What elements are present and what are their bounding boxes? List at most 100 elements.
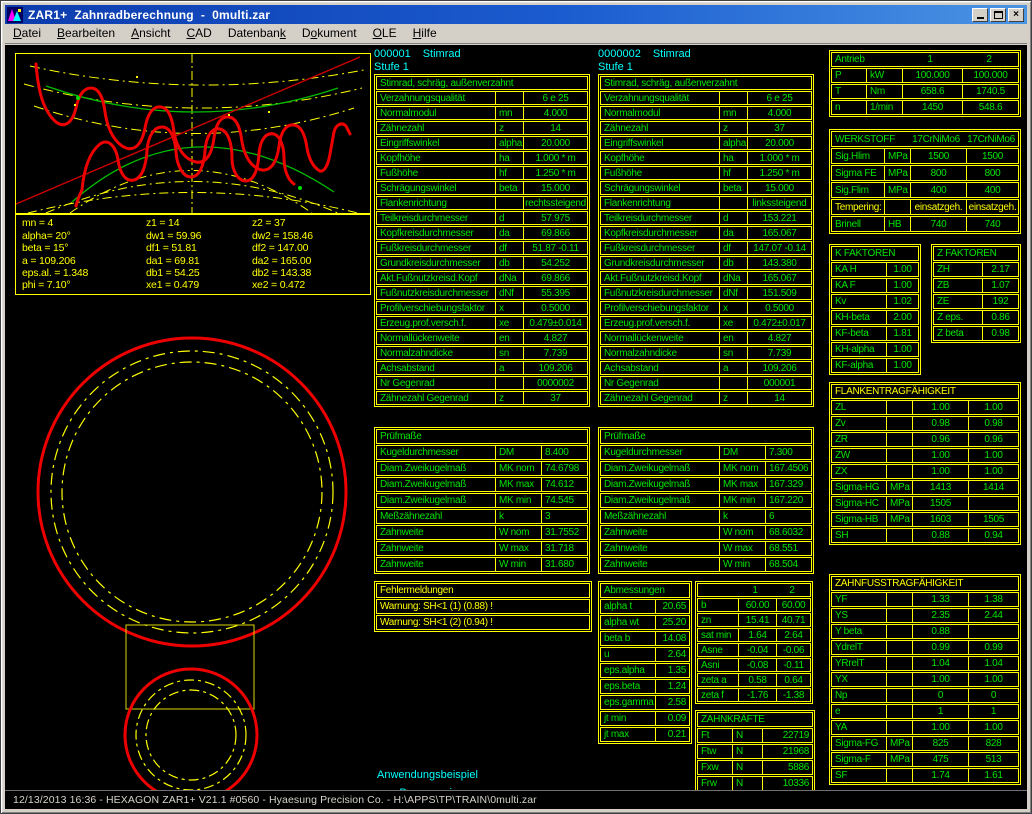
table-cell: -0.11	[776, 659, 810, 671]
menu-datei[interactable]: Datei	[5, 24, 49, 43]
table-row: Normalzahndickesn7.739	[600, 346, 812, 360]
table-cell: 1603	[912, 513, 968, 526]
close-button[interactable]: ×	[1008, 8, 1024, 22]
table-cell: z	[495, 392, 523, 404]
table-cell: SH	[832, 529, 886, 542]
table-cell: beta b	[601, 632, 655, 645]
table-row: PkW100.000100.000	[831, 68, 1019, 83]
table-title: Stimrad, schräg, außenverzahnt	[377, 77, 587, 89]
table-row: KugeldurchmesserDM7.300	[600, 445, 812, 460]
table-cell: 2.35	[912, 609, 968, 622]
table-header-row: 12	[697, 583, 811, 597]
drawing-parameters: mn = 4z1 = 14z2 = 37alpha= 20°dw1 = 59.9…	[15, 214, 371, 295]
menu-ansicht[interactable]: Ansicht	[123, 24, 178, 43]
table-antrieb: Antrieb12PkW100.000100.000TNm658.61740.5…	[829, 50, 1021, 117]
table-cell: Kopfkreisdurchmesser	[601, 227, 719, 239]
menu-bearbeiten[interactable]: Bearbeiten	[49, 24, 123, 43]
table-row: Zähnezahlz37	[600, 121, 812, 135]
gear-mesh-drawing	[15, 53, 371, 214]
table-cell: Normalmodul	[601, 107, 719, 119]
table-cell: 5886	[762, 761, 812, 774]
table-cell: Achsabstand	[601, 362, 719, 374]
table-cell: xe	[719, 317, 747, 329]
table-cell: z	[719, 122, 747, 134]
table-cell: MPa	[886, 513, 912, 526]
table-row: Teilkreisdurchmesserd57.975	[376, 211, 588, 225]
table-cell: Zähnezahl	[377, 122, 495, 134]
table-cell: DM	[719, 446, 765, 459]
table-cell: Nm	[866, 85, 902, 98]
table-cell: rechtssteigend	[523, 197, 587, 209]
table-cell	[886, 769, 912, 782]
table-cell: Zahnweite	[601, 542, 719, 555]
table-cell	[495, 197, 523, 209]
table-cell: 153.221	[747, 212, 811, 224]
table-cell: Zahnweite	[377, 526, 495, 539]
menu-hilfe[interactable]: Hilfe	[405, 24, 445, 43]
table-cell: Grundkreisdurchmesser	[377, 257, 495, 269]
table-cell: xe	[495, 317, 523, 329]
minimize-button[interactable]	[972, 8, 988, 22]
table-cell: 0.472±0.017	[747, 317, 811, 329]
table-row: KA H1.00	[831, 262, 919, 277]
table-cell: 109.206	[747, 362, 811, 374]
table-row: FtwN21968	[697, 744, 813, 759]
drawing-param: da2 = 165.00	[252, 255, 364, 267]
table-cell: 2.64	[655, 648, 689, 661]
table-cell: Diam.Zweikugelmaß	[601, 462, 719, 475]
table-cell: zeta a	[698, 674, 738, 686]
table-cell: 1.74	[912, 769, 968, 782]
table-cell: ZE	[934, 295, 982, 308]
table-cell: einsatzgeh.	[966, 200, 1018, 214]
table-cell: 31.7552	[541, 526, 587, 539]
table-header-row: Z FAKTOREN	[933, 246, 1019, 261]
table-cell: Ft	[698, 729, 732, 742]
table-cell: 1.04	[968, 657, 1018, 670]
table-cell: 60.00	[738, 599, 776, 611]
table-cell: 7.739	[523, 347, 587, 359]
table-cell: hf	[495, 167, 523, 179]
menu-ole[interactable]: OLE	[365, 24, 405, 43]
table-cell: 0.64	[776, 674, 810, 686]
table-cell: Brinell	[832, 217, 884, 231]
menu-datenbank[interactable]: Datenbank	[220, 24, 294, 43]
table-cell	[495, 92, 523, 104]
table-cell: Tempering:	[832, 200, 884, 214]
table-cell: Sig.Flim	[832, 183, 884, 197]
table-cell: 167.4506	[765, 462, 811, 475]
table-cell: N	[732, 761, 762, 774]
table-title: Fehlermeldungen	[377, 584, 589, 597]
table-cell: Profilverschiebungsfaktor	[377, 302, 495, 314]
table-cell: 31.680	[541, 558, 587, 571]
table-row: eps.alpha1.35	[600, 663, 690, 678]
table-cell: 1/min	[866, 101, 902, 114]
title-bar[interactable]: ZAR1+ Zahnradberechnung - 0multi.zar ×	[5, 5, 1027, 24]
table-cell: Z beta	[934, 327, 982, 340]
table-cell: k	[495, 510, 541, 523]
table-cell: Asni	[698, 659, 738, 671]
menu-dokument[interactable]: Dokument	[294, 24, 365, 43]
table-cell: zn	[698, 614, 738, 626]
table-cell: 0.96	[912, 433, 968, 446]
table-row: Erzeug.prof.versch.f.xe0.479±0.014	[376, 316, 588, 330]
drawing-param: dw2 = 158.46	[252, 230, 364, 242]
table-cell: hf	[719, 167, 747, 179]
table-cell: x	[495, 302, 523, 314]
table-cell: Warnung: SH<1 (1) (0.88) !	[377, 600, 589, 613]
table-cell: 20.65	[655, 600, 689, 613]
table-row: FußnutzkreisdurchmesserdNf55.395	[376, 286, 588, 300]
menu-cad[interactable]: CAD	[178, 24, 219, 43]
maximize-button[interactable]	[990, 8, 1006, 22]
table-cell: 825	[912, 737, 968, 750]
table-cell: Asne	[698, 644, 738, 656]
table-gear2-geometry: Stimrad, schräg, außenverzahntVerzahnung…	[598, 74, 814, 407]
table-row: YRrelT1.041.04	[831, 656, 1019, 671]
table-cell: 1.07	[982, 279, 1018, 292]
table-cell	[886, 673, 912, 686]
table-cell: 1.33	[912, 593, 968, 606]
table-cell: Sigma-FG	[832, 737, 886, 750]
table-cell: 1.04	[912, 657, 968, 670]
table-row: YS2.352.44	[831, 608, 1019, 623]
table-row: KF-beta1.81	[831, 326, 919, 341]
table-cell	[886, 401, 912, 414]
